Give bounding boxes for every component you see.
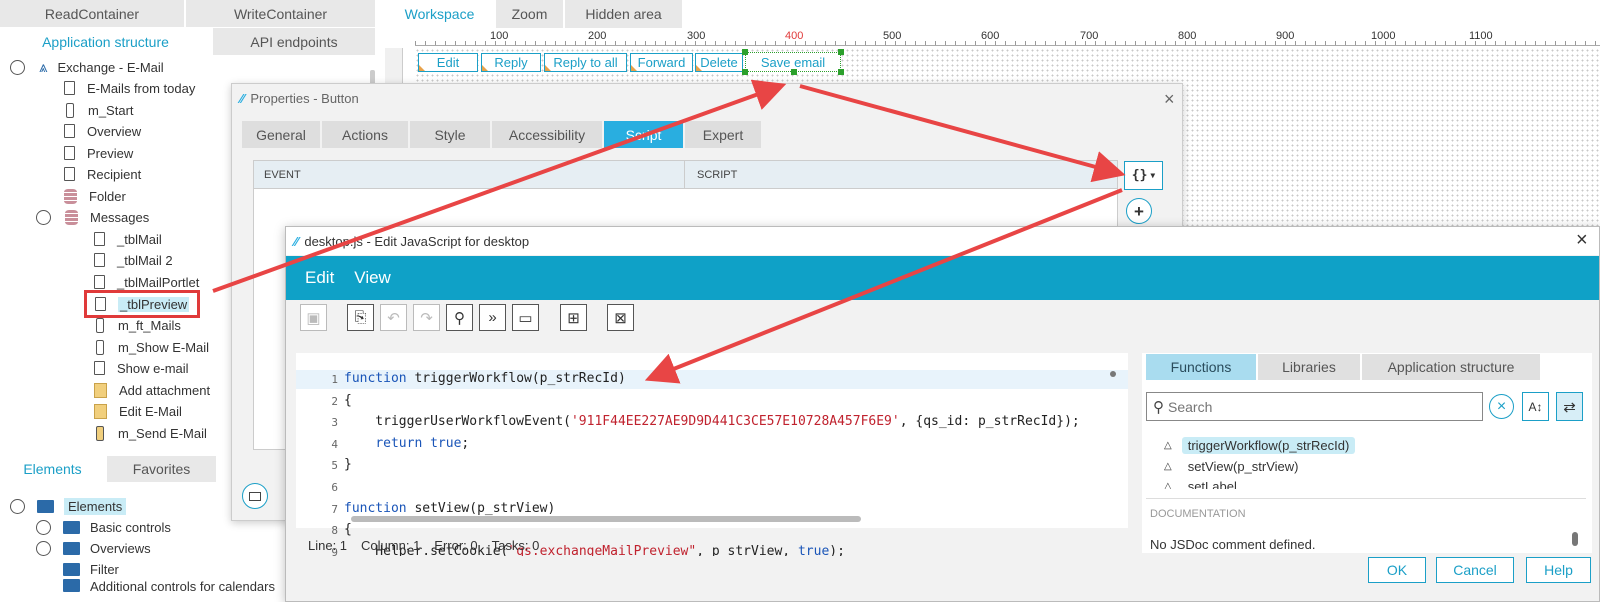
arrow-tblpreview-to-button	[212, 79, 787, 293]
arrow-script-button-to-code	[644, 188, 1123, 384]
annotation-arrows	[212, 79, 1126, 384]
arrow-button-to-script-button	[799, 84, 1126, 183]
